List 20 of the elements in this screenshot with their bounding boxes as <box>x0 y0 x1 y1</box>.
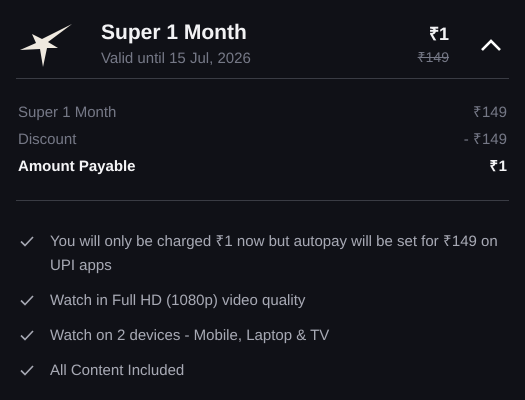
plan-price: ₹1 <box>428 23 449 46</box>
benefit-text: All Content Included <box>50 361 186 381</box>
benefit-text: You will only be charged ₹1 now but autopay will be set for ₹149 on UPI apps <box>50 232 499 276</box>
check-icon <box>20 236 34 247</box>
sparkle-icon <box>18 22 74 68</box>
breakdown-label: Discount <box>18 130 76 150</box>
check-icon <box>20 365 34 376</box>
breakdown-amount: ₹149 <box>472 103 507 123</box>
check-icon <box>20 330 34 341</box>
breakdown-amount: ₹1 <box>490 157 507 177</box>
benefit-text: Watch in Full HD (1080p) video quality <box>50 291 306 311</box>
breakdown-label: Amount Payable <box>18 157 136 177</box>
original-price: ₹149 <box>418 48 449 67</box>
chevron-icon <box>480 38 502 52</box>
benefit-text: Watch on 2 devices - Mobile, Laptop & TV <box>50 326 330 346</box>
breakdown-amount: - ₹149 <box>464 130 507 150</box>
validity-text: Valid until 15 Jul, 2026 <box>101 49 252 69</box>
check-icon <box>20 295 34 306</box>
plan-title: Super 1 Month <box>101 20 248 46</box>
breakdown-label: Super 1 Month <box>18 103 116 123</box>
